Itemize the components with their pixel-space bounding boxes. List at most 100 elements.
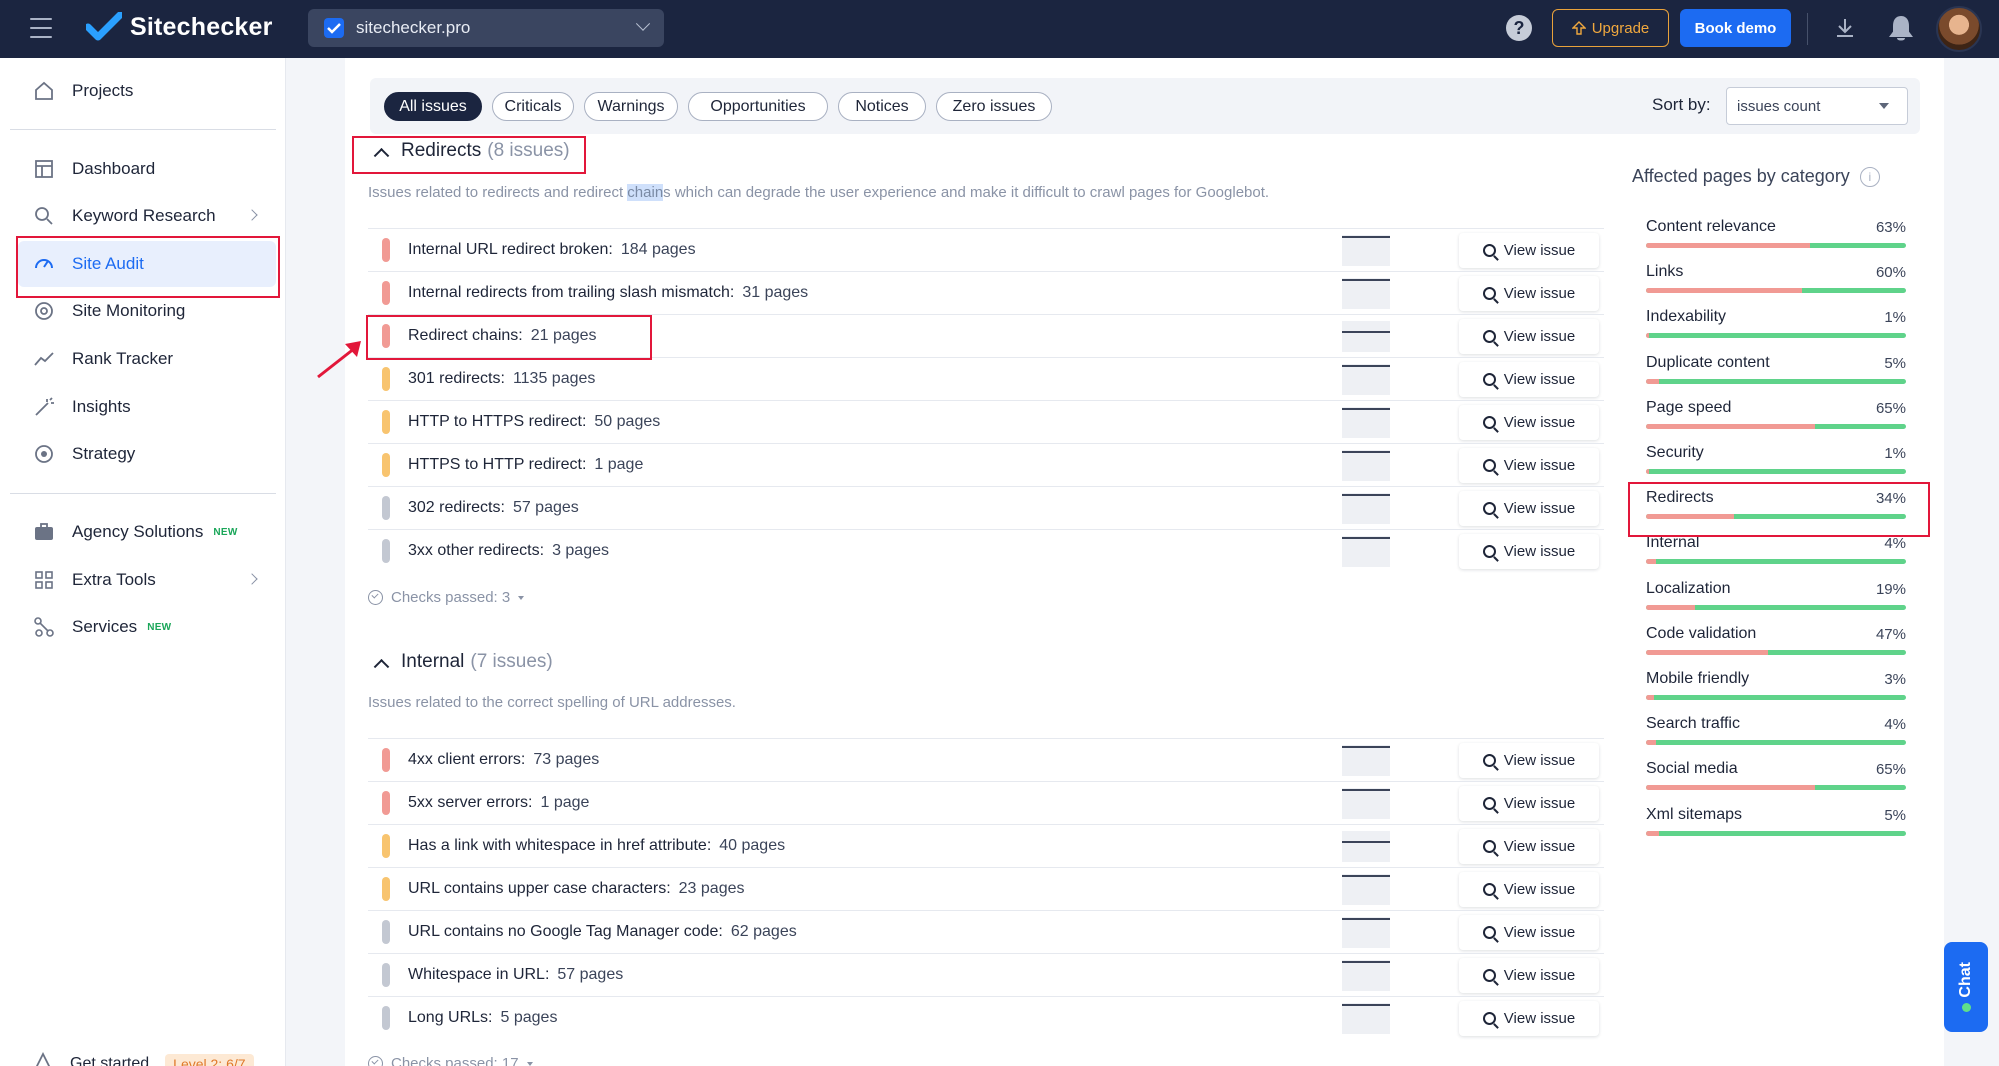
issue-row[interactable]: HTTPS to HTTP redirect: 1 page View issue xyxy=(368,443,1604,486)
issue-row[interactable]: Long URLs: 5 pages View issue xyxy=(368,996,1604,1039)
project-select[interactable]: sitechecker.pro xyxy=(308,9,664,47)
view-issue-label: View issue xyxy=(1503,924,1576,941)
view-issue-button[interactable]: View issue xyxy=(1459,915,1599,950)
avatar[interactable] xyxy=(1936,6,1982,52)
issue-row[interactable]: Internal redirects from trailing slash m… xyxy=(368,271,1604,314)
issue-row[interactable]: 301 redirects: 1135 pages View issue xyxy=(368,357,1604,400)
upgrade-button[interactable]: Upgrade xyxy=(1552,9,1669,47)
book-demo-button[interactable]: Book demo xyxy=(1680,9,1791,47)
view-issue-button[interactable]: View issue xyxy=(1459,786,1599,821)
issue-row[interactable]: Redirect chains: 21 pages View issue xyxy=(368,314,1604,357)
category-row[interactable]: Search traffic 4% xyxy=(1646,715,1906,760)
category-row[interactable]: Content relevance 63% xyxy=(1646,218,1906,263)
category-percent: 5% xyxy=(1884,354,1906,372)
view-issue-button[interactable]: View issue xyxy=(1459,829,1599,864)
category-row[interactable]: Security 1% xyxy=(1646,444,1906,489)
category-row[interactable]: Redirects 34% xyxy=(1646,489,1906,534)
info-icon[interactable]: i xyxy=(1859,166,1880,187)
checks-passed[interactable]: Checks passed: 17 xyxy=(368,1055,533,1066)
trend-sparkline xyxy=(1342,960,1390,991)
search-icon xyxy=(1482,1012,1496,1025)
sidebar-item-extra-tools[interactable]: Extra Tools xyxy=(18,557,276,603)
issue-name: 4xx client errors: xyxy=(408,751,526,768)
category-row[interactable]: Indexability 1% xyxy=(1646,308,1906,353)
issue-row[interactable]: 5xx server errors: 1 page View issue xyxy=(368,781,1604,824)
issue-row[interactable]: URL contains upper case characters: 23 pa… xyxy=(368,867,1604,910)
view-issue-button[interactable]: View issue xyxy=(1459,276,1599,311)
logo[interactable]: Sitechecker xyxy=(86,12,273,42)
category-name: Code validation xyxy=(1646,624,1757,642)
category-row[interactable]: Xml sitemaps 5% xyxy=(1646,806,1906,851)
severity-indicator xyxy=(382,748,390,772)
section-redirects-header[interactable]: Redirects (8 issues) xyxy=(373,140,570,164)
sort-select[interactable]: issues count xyxy=(1726,87,1908,125)
issue-row[interactable]: Whitespace in URL: 57 pages View issue xyxy=(368,953,1604,996)
view-issue-button[interactable]: View issue xyxy=(1459,491,1599,526)
issue-row[interactable]: Has a link with whitespace in href attri… xyxy=(368,824,1604,867)
search-icon xyxy=(1482,330,1496,343)
get-started[interactable]: Get started Level 2: 6/7 xyxy=(32,1050,254,1066)
filter-zero-issues[interactable]: Zero issues xyxy=(936,92,1052,121)
view-issue-button[interactable]: View issue xyxy=(1459,534,1599,569)
sidebar-item-services[interactable]: Services NEW xyxy=(18,604,276,650)
section-description: Issues related to the correct spelling o… xyxy=(368,694,736,711)
category-row[interactable]: Page speed 65% xyxy=(1646,399,1906,444)
view-issue-button[interactable]: View issue xyxy=(1459,1001,1599,1036)
chat-button[interactable]: Chat xyxy=(1944,942,1988,1032)
category-bar xyxy=(1646,333,1906,339)
sidebar-item-agency-solutions[interactable]: Agency Solutions NEW xyxy=(18,509,276,555)
filter-opportunities[interactable]: Opportunities xyxy=(688,92,828,121)
view-issue-button[interactable]: View issue xyxy=(1459,448,1599,483)
issue-row[interactable]: URL contains no Google Tag Manager code:… xyxy=(368,910,1604,953)
view-issue-button[interactable]: View issue xyxy=(1459,958,1599,993)
help-icon[interactable]: ? xyxy=(1506,15,1532,41)
view-issue-button[interactable]: View issue xyxy=(1459,405,1599,440)
category-row[interactable]: Social media 65% xyxy=(1646,760,1906,805)
sidebar-item-rank-tracker[interactable]: Rank Tracker xyxy=(18,336,276,382)
sidebar-item-strategy[interactable]: Strategy xyxy=(18,431,276,477)
filter-warnings[interactable]: Warnings xyxy=(584,92,678,121)
issue-row[interactable]: HTTP to HTTPS redirect: 50 pages View issu… xyxy=(368,400,1604,443)
trend-sparkline xyxy=(1342,364,1390,395)
hamburger-menu-icon[interactable] xyxy=(30,18,52,38)
online-status-dot xyxy=(1961,1003,1971,1013)
view-issue-button[interactable]: View issue xyxy=(1459,233,1599,268)
sidebar-item-dashboard[interactable]: Dashboard xyxy=(18,146,276,192)
view-issue-button[interactable]: View issue xyxy=(1459,872,1599,907)
filter-notices[interactable]: Notices xyxy=(838,92,926,121)
issue-row[interactable]: 302 redirects: 57 pages View issue xyxy=(368,486,1604,529)
issue-row[interactable]: 3xx other redirects: 3 pages View issue xyxy=(368,529,1604,572)
section-internal-header[interactable]: Internal (7 issues) xyxy=(373,651,553,675)
keyword-icon xyxy=(32,204,56,228)
issue-row[interactable]: Internal URL redirect broken: 184 pages Vi… xyxy=(368,228,1604,271)
category-row[interactable]: Internal 4% xyxy=(1646,534,1906,579)
download-icon[interactable] xyxy=(1833,16,1857,40)
issue-pages: 50 pages xyxy=(594,413,661,430)
filter-criticals[interactable]: Criticals xyxy=(492,92,574,121)
category-row[interactable]: Duplicate content 5% xyxy=(1646,354,1906,399)
top-bar: Sitechecker sitechecker.pro ? Upgrade Bo… xyxy=(0,0,1999,58)
search-icon xyxy=(1482,545,1496,558)
checks-passed[interactable]: Checks passed: 3 xyxy=(368,589,525,606)
sidebar-item-label: Agency Solutions xyxy=(72,522,204,541)
issue-row[interactable]: 4xx client errors: 73 pages View issue xyxy=(368,738,1604,781)
view-issue-button[interactable]: View issue xyxy=(1459,362,1599,397)
category-row[interactable]: Localization 19% xyxy=(1646,580,1906,625)
category-percent: 65% xyxy=(1875,761,1906,779)
sidebar-item-site-monitoring[interactable]: Site Monitoring xyxy=(18,288,276,334)
filter-all-issues[interactable]: All issues xyxy=(384,92,482,121)
category-row[interactable]: Links 60% xyxy=(1646,263,1906,308)
sidebar-item-keyword-research[interactable]: Keyword Research xyxy=(18,193,276,239)
view-issue-button[interactable]: View issue xyxy=(1459,319,1599,354)
view-issue-label: View issue xyxy=(1503,967,1576,984)
category-row[interactable]: Mobile friendly 3% xyxy=(1646,670,1906,715)
category-row[interactable]: Code validation 47% xyxy=(1646,625,1906,670)
sidebar-item-insights[interactable]: Insights xyxy=(18,384,276,430)
bell-icon[interactable] xyxy=(1888,14,1914,42)
chevron-right-icon xyxy=(246,573,258,585)
view-issue-button[interactable]: View issue xyxy=(1459,743,1599,778)
sidebar-item-site-audit[interactable]: Site Audit xyxy=(18,241,276,287)
project-favicon-icon xyxy=(324,18,344,38)
sidebar-divider xyxy=(10,129,276,130)
sidebar-item-projects[interactable]: Projects xyxy=(18,68,276,114)
